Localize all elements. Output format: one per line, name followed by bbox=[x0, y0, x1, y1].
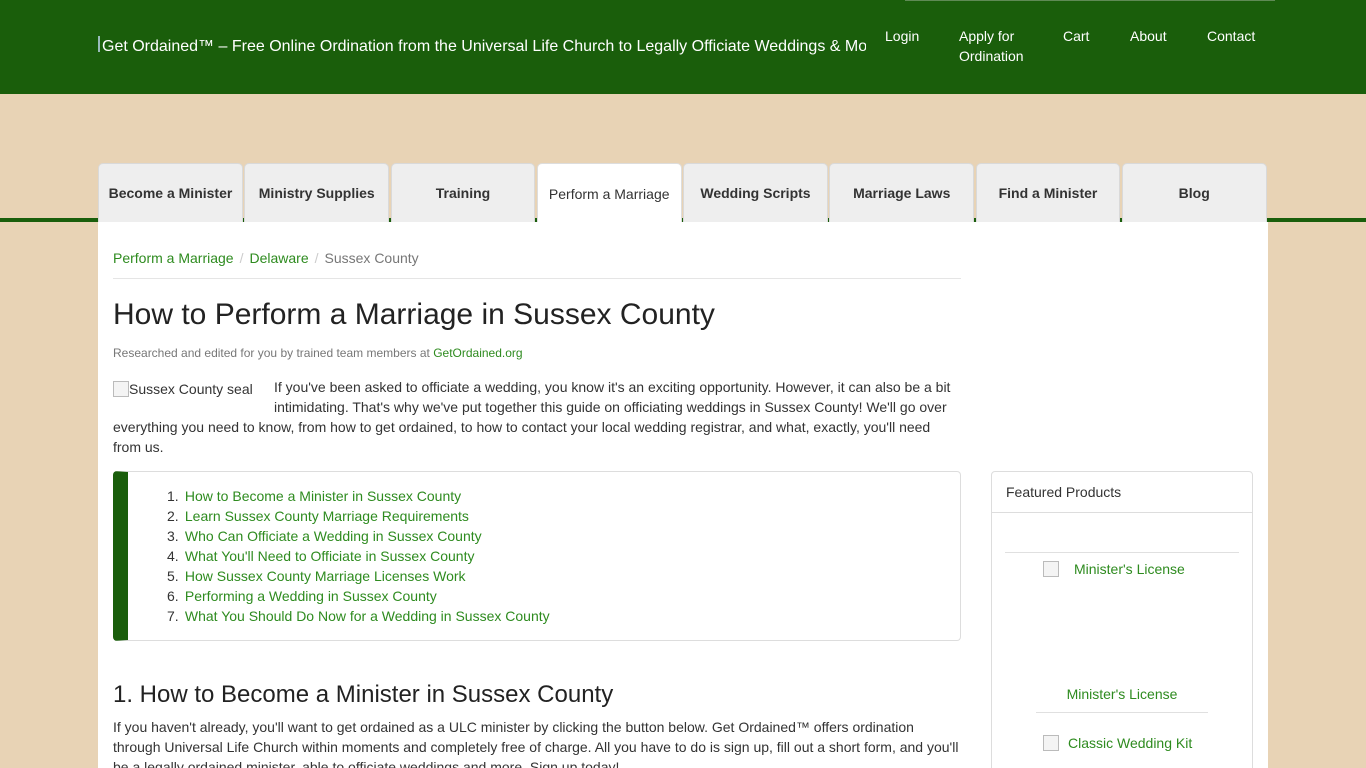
nav-login[interactable]: Login bbox=[885, 26, 919, 46]
nav-cart[interactable]: Cart bbox=[1063, 26, 1089, 46]
toc-item: 6. Performing a Wedding in Sussex County bbox=[167, 588, 437, 604]
toc-list: 1. How to Become a Minister in Sussex Co… bbox=[167, 486, 550, 626]
toc-item: 4. What You'll Need to Officiate in Suss… bbox=[167, 548, 475, 564]
county-seal-image: Sussex County seal bbox=[113, 378, 274, 400]
nav-about[interactable]: About bbox=[1130, 26, 1167, 46]
byline: Researched and edited for you by trained… bbox=[113, 346, 523, 360]
nav-apply-line1: Apply for bbox=[959, 28, 1015, 44]
toc-link[interactable]: Who Can Officiate a Wedding in Sussex Co… bbox=[185, 528, 482, 544]
toc-link[interactable]: What You'll Need to Officiate in Sussex … bbox=[185, 548, 475, 564]
site-logo[interactable]: Get Ordained™ – Free Online Ordination f… bbox=[98, 36, 866, 58]
section-heading: 1. How to Become a Minister in Sussex Co… bbox=[113, 681, 614, 708]
product-title-ministers-license[interactable]: Minister's License bbox=[992, 686, 1252, 702]
main-tabs: Become a Minister Ministry Supplies Trai… bbox=[98, 163, 1268, 223]
product-image-alt: Minister's License bbox=[1074, 561, 1185, 577]
tab-find-a-minister[interactable]: Find a Minister bbox=[975, 163, 1121, 222]
product-image-alt: Classic Wedding Kit bbox=[1068, 735, 1193, 751]
tab-perform-a-marriage[interactable]: Perform a Marriage bbox=[536, 163, 682, 223]
product-divider bbox=[1036, 712, 1208, 713]
breadcrumb-current: Sussex County bbox=[324, 250, 419, 266]
toc-link[interactable]: How Sussex County Marriage Licenses Work bbox=[185, 568, 466, 584]
toc-item: 3. Who Can Officiate a Wedding in Sussex… bbox=[167, 528, 482, 544]
breadcrumb-separator: / bbox=[314, 250, 319, 266]
featured-products-heading: Featured Products bbox=[992, 472, 1252, 513]
nav-apply-line2: Ordination bbox=[959, 48, 1024, 64]
toc-item: 1. How to Become a Minister in Sussex Co… bbox=[167, 488, 462, 504]
breadcrumb: Perform a Marriage / Delaware / Sussex Count… bbox=[113, 250, 419, 266]
toc-link[interactable]: Learn Sussex County Marriage Requirement… bbox=[185, 508, 469, 524]
seal-alt-text: Sussex County seal bbox=[129, 381, 253, 397]
breadcrumb-link-delaware[interactable]: Delaware bbox=[249, 250, 308, 266]
byline-link[interactable]: GetOrdained.org bbox=[433, 346, 522, 360]
page-title: How to Perform a Marriage in Sussex Coun… bbox=[113, 298, 715, 331]
main-content: Perform a Marriage / Delaware / Sussex Count… bbox=[98, 222, 1268, 768]
product-image-ministers-license[interactable]: Minister's License bbox=[1043, 561, 1185, 577]
breadcrumb-link-perform-a-marriage[interactable]: Perform a Marriage bbox=[113, 250, 234, 266]
tab-marriage-laws[interactable]: Marriage Laws bbox=[829, 163, 975, 222]
toc-link[interactable]: Performing a Wedding in Sussex County bbox=[185, 588, 437, 604]
tab-wedding-scripts[interactable]: Wedding Scripts bbox=[683, 163, 828, 222]
tab-ministry-supplies[interactable]: Ministry Supplies bbox=[244, 163, 390, 222]
toc-item: 5. How Sussex County Marriage Licenses W… bbox=[167, 568, 466, 584]
tab-become-a-minister[interactable]: Become a Minister bbox=[98, 163, 243, 222]
featured-products-panel: Featured Products Minister's License Min… bbox=[991, 471, 1253, 768]
toc-item: 2. Learn Sussex County Marriage Requirem… bbox=[167, 508, 469, 524]
site-header: Get Ordained™ – Free Online Ordination f… bbox=[0, 0, 1366, 94]
broken-image-icon bbox=[98, 36, 100, 52]
breadcrumb-divider bbox=[113, 278, 961, 279]
nav-apply-for-ordination[interactable]: Apply for Ordination bbox=[959, 26, 1024, 66]
broken-image-icon bbox=[1043, 561, 1059, 577]
table-of-contents: 1. How to Become a Minister in Sussex Co… bbox=[113, 471, 961, 641]
product-image-classic-wedding-kit[interactable]: Classic Wedding Kit bbox=[1043, 735, 1192, 751]
broken-image-icon bbox=[113, 381, 129, 397]
toc-item: 7. What You Should Do Now for a Wedding … bbox=[167, 608, 550, 624]
intro-section: Sussex County seal If you've been asked … bbox=[113, 377, 961, 457]
breadcrumb-separator: / bbox=[239, 250, 244, 266]
nav-contact[interactable]: Contact bbox=[1207, 26, 1255, 46]
product-link[interactable]: Minister's License bbox=[1067, 686, 1178, 702]
header-divider bbox=[905, 0, 1275, 1]
toc-link[interactable]: How to Become a Minister in Sussex Count… bbox=[185, 488, 461, 504]
broken-image-icon bbox=[1043, 735, 1059, 751]
tab-blog[interactable]: Blog bbox=[1121, 163, 1267, 222]
toc-link[interactable]: What You Should Do Now for a Wedding in … bbox=[185, 608, 550, 624]
section-paragraph: If you haven't already, you'll want to g… bbox=[113, 719, 959, 768]
byline-text: Researched and edited for you by trained… bbox=[113, 346, 434, 360]
tab-training[interactable]: Training bbox=[390, 163, 536, 222]
logo-alt-text: Get Ordained™ – Free Online Ordination f… bbox=[102, 38, 866, 55]
panel-divider bbox=[1005, 552, 1239, 553]
